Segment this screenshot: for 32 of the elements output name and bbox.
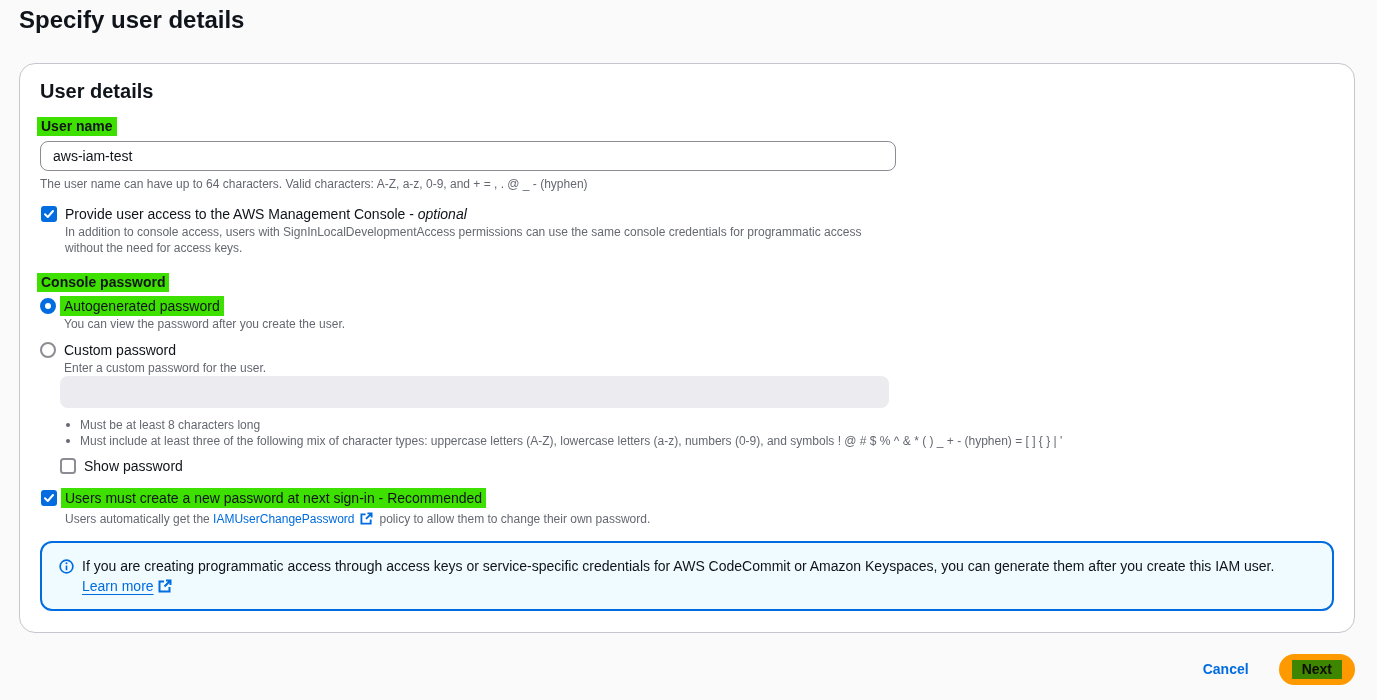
learn-more-link[interactable]: Learn more (82, 576, 154, 596)
requirement-text: Must include at least three of the following mix of character types: uppercase letters (A-Z), lowercase letters (a-z), numbers (0-9), and symbols ! @ # $ % ^ & * ( ) _ + - (hyphen) = [ ] { } | ' (80, 433, 1063, 449)
page-title: Specify user details (19, 6, 245, 34)
radio-description: You can view the password after you create the user. (64, 316, 346, 332)
checkbox-description: Users automatically get the IAMUserChangePassword policy to allow them to change their own password. (65, 511, 651, 527)
field-label: Console password (37, 273, 170, 292)
checkbox-label: Show password (84, 457, 183, 476)
radio-label: Custom password (63, 341, 178, 360)
radio-button[interactable] (40, 298, 56, 314)
external-link-icon[interactable] (360, 512, 374, 525)
next-button[interactable]: Next (1278, 654, 1355, 685)
checkbox[interactable] (41, 490, 57, 506)
radio-label: Autogenerated password (60, 296, 224, 316)
cancel-button[interactable]: Cancel (1188, 654, 1263, 685)
bullet-icon (66, 423, 70, 427)
field-label: User name (37, 117, 117, 136)
section-heading: User details (40, 79, 154, 103)
radio-button[interactable] (40, 342, 56, 358)
bullet-icon (66, 439, 70, 443)
checkbox[interactable] (60, 458, 76, 474)
radio-description: Enter a custom password for the user. (64, 360, 267, 376)
alert-text: If you are creating programmatic access through access keys or service-specific credentials for AWS CodeCommit or Amazon Keyspaces, you can generate them after you create this IAM user. (82, 557, 1275, 576)
checkbox-label: Users must create a new password at next sign-in - Recommended (61, 488, 487, 508)
info-icon (59, 559, 74, 574)
field-hint: The user name can have up to 64 characters. Valid characters: A-Z, a-z, 0-9, and + = , . @ _ - (hyphen) (40, 176, 588, 192)
requirement-text: Must be at least 8 characters long (80, 417, 261, 433)
policy-link[interactable]: IAMUserChangePassword (213, 512, 355, 526)
checkbox-description: In addition to console access, users with SignInLocalDevelopmentAccess permissions can use the same console credentials for programmatic access without the need for access keys. (65, 224, 863, 256)
external-link-icon[interactable] (157, 579, 172, 593)
checkbox-label: Provide user access to the AWS Management Console - optional (64, 205, 468, 224)
user-name-field[interactable]: aws-iam-test (40, 141, 896, 171)
checkbox[interactable] (41, 206, 57, 222)
